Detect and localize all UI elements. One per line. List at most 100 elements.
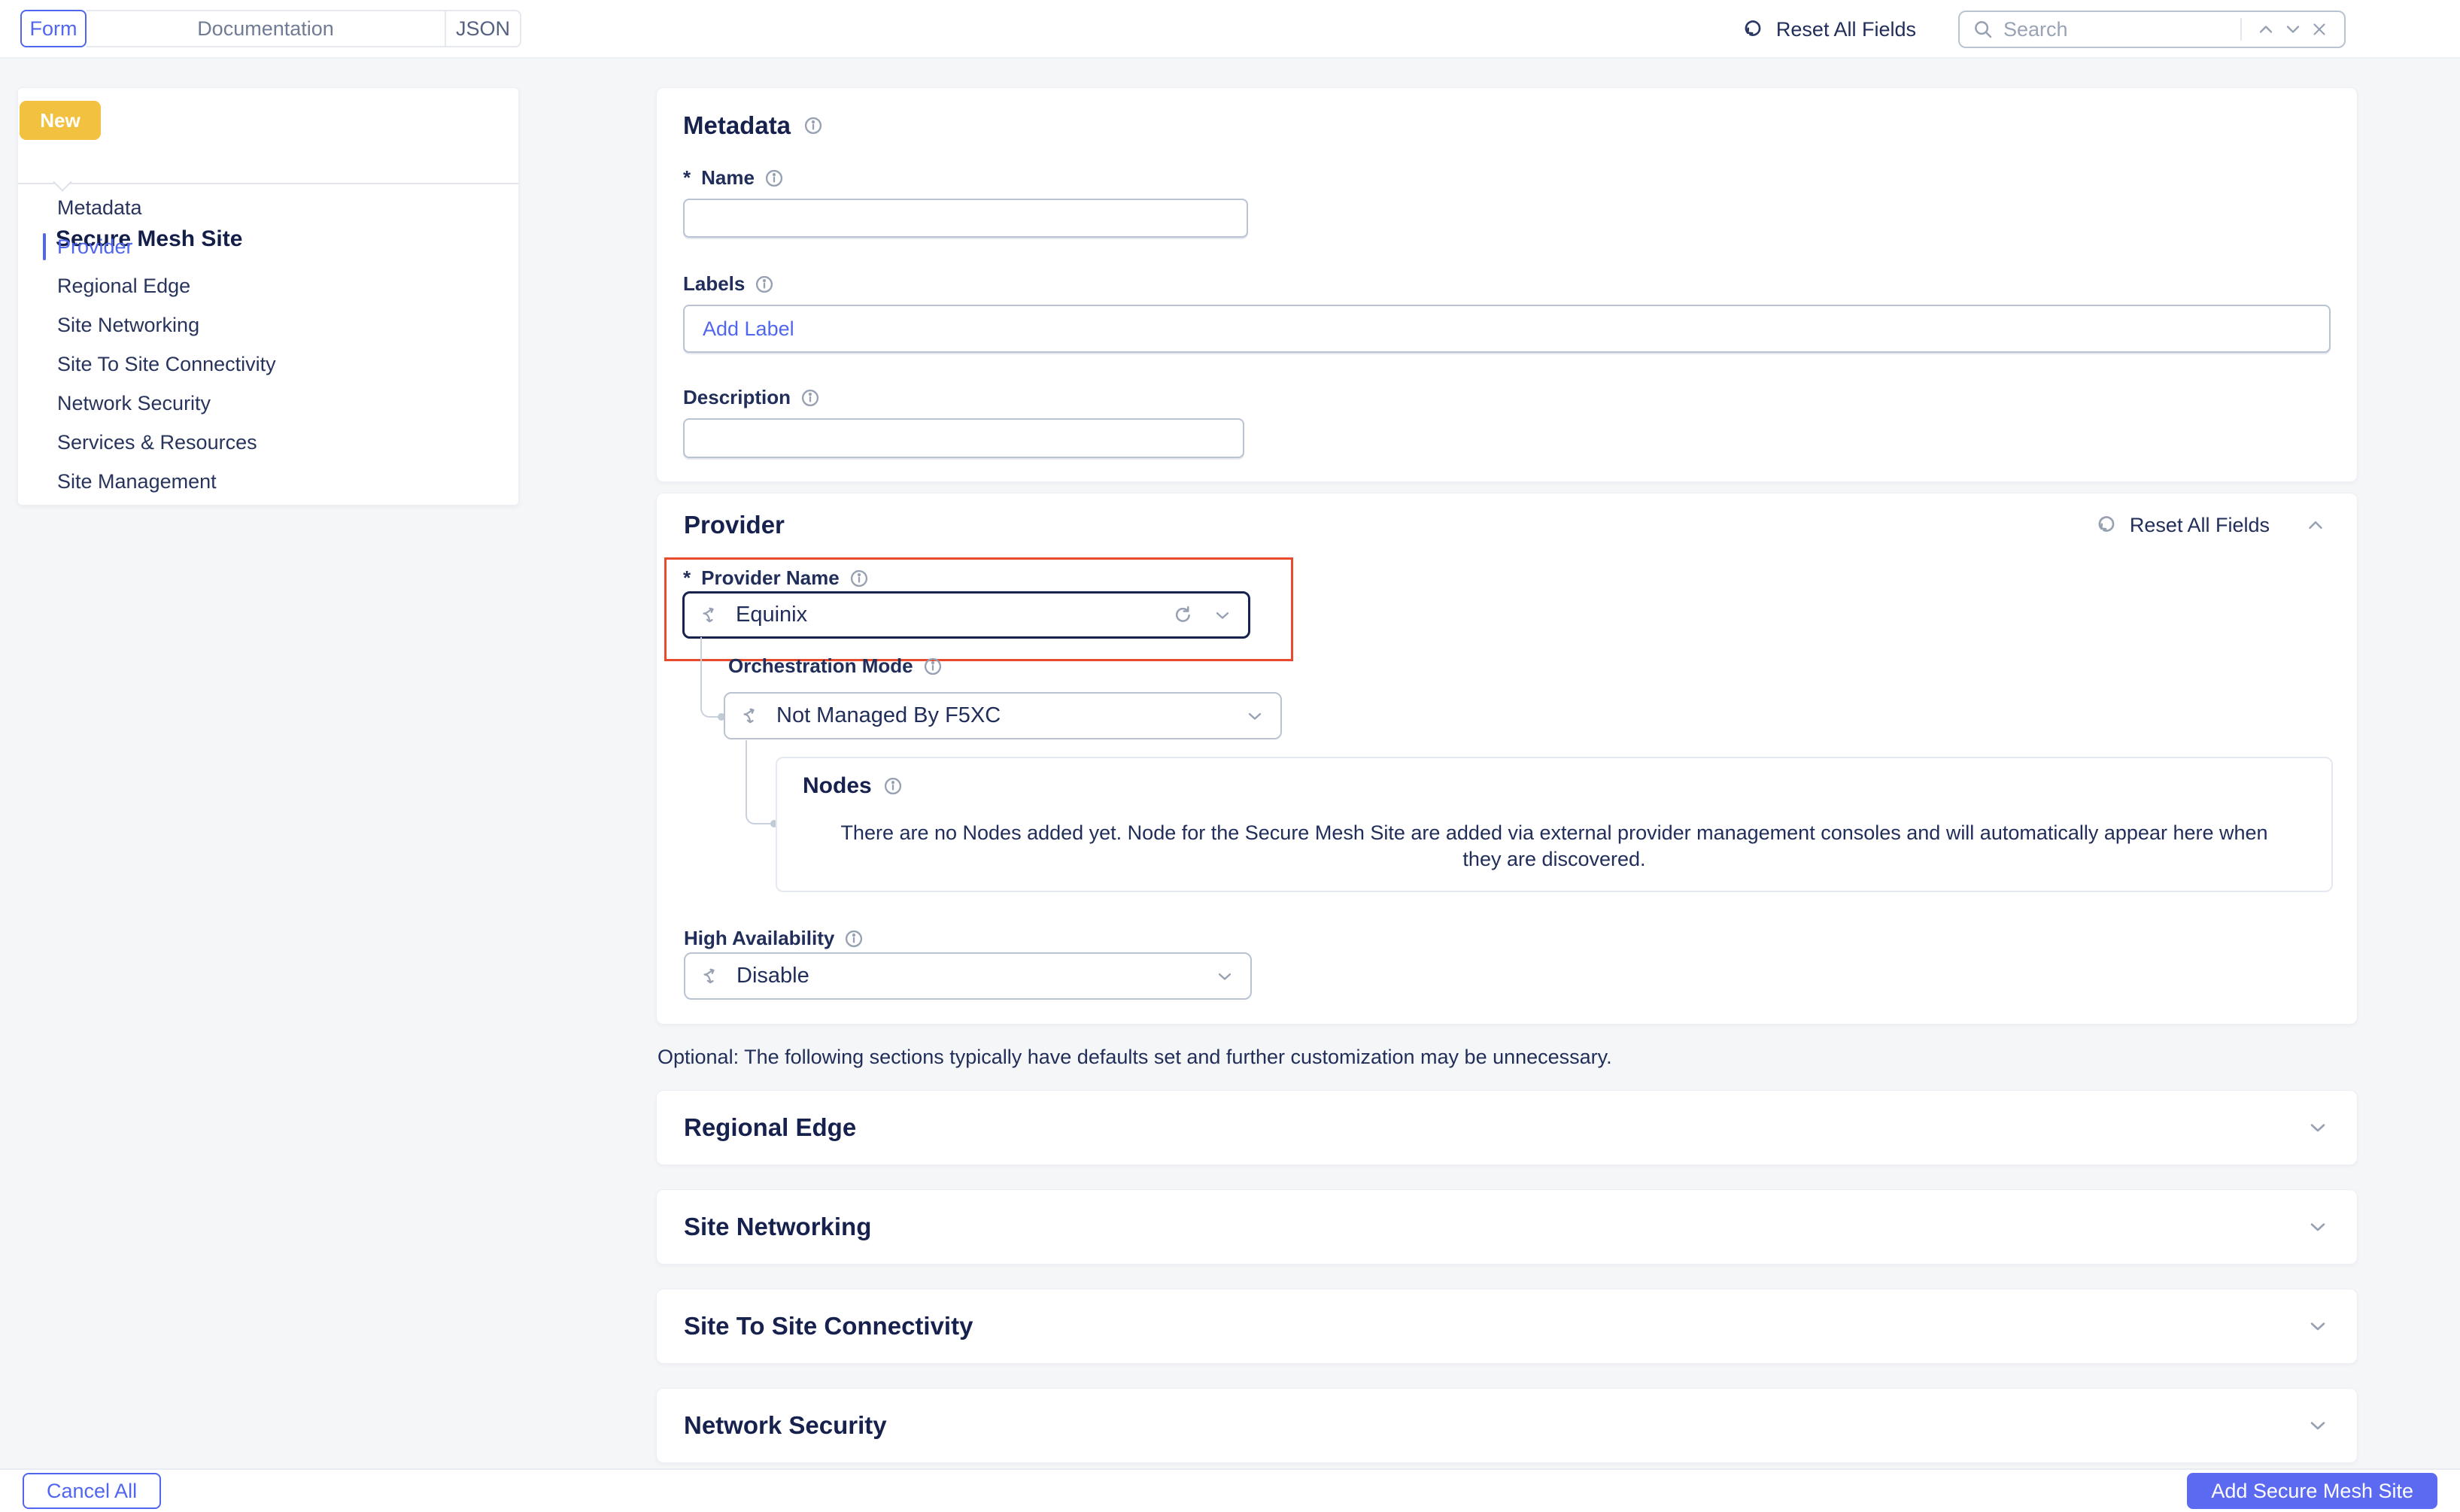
provider-name-select[interactable]: Equinix bbox=[682, 591, 1250, 639]
chevron-down-icon[interactable] bbox=[1212, 605, 1233, 626]
tab-form[interactable]: Form bbox=[20, 10, 87, 47]
sidebar-item-site-management[interactable]: Site Management bbox=[18, 462, 518, 501]
active-indicator bbox=[43, 233, 46, 260]
info-icon[interactable] bbox=[764, 168, 785, 189]
nodes-title-text: Nodes bbox=[803, 773, 872, 799]
high-availability-select[interactable]: Disable bbox=[684, 952, 1252, 1000]
field-connector bbox=[700, 637, 721, 718]
nodes-box: Nodes There are no Nodes added yet. Node… bbox=[776, 757, 2333, 892]
footer-bar: Cancel All Add Secure Mesh Site bbox=[0, 1468, 2460, 1512]
search-clear-button[interactable] bbox=[2307, 17, 2332, 42]
view-mode-tabs: Form Documentation JSON bbox=[20, 10, 521, 47]
required-mark: * bbox=[683, 166, 691, 190]
topbar: Form Documentation JSON Reset All Fields bbox=[0, 0, 2460, 59]
provider-name-value: Equinix bbox=[736, 603, 807, 627]
provider-section-header: Provider Reset All Fields bbox=[684, 510, 2330, 540]
section-site-networking[interactable]: Site Networking bbox=[656, 1189, 2358, 1265]
topbar-right: Reset All Fields bbox=[1742, 0, 2460, 59]
branch-icon bbox=[700, 604, 722, 627]
chevron-down-icon[interactable] bbox=[1244, 706, 1265, 727]
search-input[interactable] bbox=[2003, 18, 2236, 41]
reset-all-fields-button[interactable]: Reset All Fields bbox=[1742, 17, 1916, 41]
reset-icon bbox=[1742, 17, 1766, 41]
reset-all-fields-label: Reset All Fields bbox=[1776, 18, 1916, 41]
info-icon[interactable] bbox=[803, 115, 824, 136]
provider-reset-all-fields-button[interactable]: Reset All Fields bbox=[2095, 513, 2270, 537]
section-title-text: Site Networking bbox=[684, 1213, 871, 1241]
description-label-text: Description bbox=[683, 386, 791, 409]
info-icon[interactable] bbox=[922, 656, 943, 677]
high-availability-select-controls bbox=[1214, 966, 1235, 987]
chevron-down-icon bbox=[2282, 19, 2304, 40]
orchestration-mode-field-label: Orchestration Mode bbox=[728, 654, 943, 678]
labels-label-text: Labels bbox=[683, 272, 745, 296]
high-availability-value: Disable bbox=[736, 964, 809, 988]
provider-name-highlight-box: * Provider Name Equ bbox=[664, 557, 1293, 661]
provider-reset-all-label: Reset All Fields bbox=[2130, 514, 2270, 537]
provider-header-controls: Reset All Fields bbox=[2095, 511, 2330, 539]
sidebar-item-label: Provider bbox=[57, 235, 133, 259]
description-input[interactable] bbox=[683, 418, 1244, 458]
sidebar-item-metadata[interactable]: Metadata bbox=[18, 188, 518, 227]
add-secure-mesh-site-button[interactable]: Add Secure Mesh Site bbox=[2187, 1473, 2437, 1509]
orchestration-mode-value: Not Managed By F5XC bbox=[776, 703, 1001, 728]
sidebar-item-regional-edge[interactable]: Regional Edge bbox=[18, 266, 518, 305]
search-divider bbox=[2240, 18, 2242, 41]
provider-section-title: Provider bbox=[684, 511, 785, 539]
section-regional-edge[interactable]: Regional Edge bbox=[656, 1090, 2358, 1165]
info-icon[interactable] bbox=[754, 274, 775, 295]
close-icon bbox=[2310, 20, 2329, 39]
optional-note: Optional: The following sections typical… bbox=[658, 1046, 2358, 1069]
sidebar-item-network-security[interactable]: Network Security bbox=[18, 384, 518, 423]
reset-icon bbox=[2095, 513, 2119, 537]
chevron-up-icon bbox=[2255, 19, 2276, 40]
sidebar-item-site-networking[interactable]: Site Networking bbox=[18, 305, 518, 345]
name-field-label: * Name bbox=[683, 166, 2331, 190]
search-box[interactable] bbox=[1958, 11, 2346, 48]
info-icon[interactable] bbox=[849, 568, 870, 589]
info-icon[interactable] bbox=[800, 387, 821, 408]
chevron-up-icon bbox=[2304, 514, 2327, 536]
section-title: Site Networking bbox=[684, 1213, 871, 1241]
search-next-button[interactable] bbox=[2279, 16, 2307, 43]
chevron-down-icon[interactable] bbox=[2306, 1314, 2330, 1338]
provider-collapse-button[interactable] bbox=[2301, 511, 2330, 539]
info-icon[interactable] bbox=[882, 776, 904, 797]
section-network-security[interactable]: Network Security bbox=[656, 1388, 2358, 1463]
nodes-title: Nodes bbox=[803, 773, 904, 799]
section-title: Network Security bbox=[684, 1411, 887, 1440]
sidebar-item-site-to-site-connectivity[interactable]: Site To Site Connectivity bbox=[18, 345, 518, 384]
chevron-down-icon[interactable] bbox=[1214, 966, 1235, 987]
chevron-down-icon[interactable] bbox=[2306, 1413, 2330, 1438]
metadata-title-text: Metadata bbox=[683, 111, 791, 140]
orchestration-mode-label-text: Orchestration Mode bbox=[728, 654, 913, 678]
name-input[interactable] bbox=[683, 199, 1248, 238]
search-icon bbox=[1972, 18, 1994, 41]
section-title-text: Site To Site Connectivity bbox=[684, 1312, 973, 1340]
sidebar-item-provider[interactable]: Provider bbox=[18, 227, 518, 266]
provider-name-field-label: * Provider Name bbox=[683, 566, 870, 590]
nodes-empty-message: There are no Nodes added yet. Node for t… bbox=[830, 820, 2279, 873]
section-title: Site To Site Connectivity bbox=[684, 1312, 973, 1340]
sidebar: New Secure Mesh Site Metadata Provider R… bbox=[17, 87, 519, 506]
branch-icon bbox=[740, 705, 763, 727]
labels-box[interactable]: Add Label bbox=[683, 305, 2331, 353]
tab-documentation[interactable]: Documentation bbox=[87, 10, 446, 47]
sidebar-item-services-resources[interactable]: Services & Resources bbox=[18, 423, 518, 462]
new-badge: New bbox=[20, 101, 101, 140]
tab-json[interactable]: JSON bbox=[446, 10, 521, 47]
chevron-down-icon[interactable] bbox=[2306, 1116, 2330, 1140]
search-prev-button[interactable] bbox=[2252, 16, 2279, 43]
section-site-to-site-connectivity[interactable]: Site To Site Connectivity bbox=[656, 1289, 2358, 1364]
add-label-button[interactable]: Add Label bbox=[703, 317, 794, 341]
info-icon[interactable] bbox=[843, 928, 864, 949]
provider-title-text: Provider bbox=[684, 511, 785, 539]
refresh-icon[interactable] bbox=[1168, 601, 1197, 630]
sidebar-nav: Metadata Provider Regional Edge Site Net… bbox=[18, 188, 518, 501]
sidebar-divider bbox=[18, 183, 518, 184]
cancel-all-button[interactable]: Cancel All bbox=[23, 1473, 161, 1509]
field-connector bbox=[746, 740, 774, 824]
orchestration-mode-select[interactable]: Not Managed By F5XC bbox=[724, 692, 1282, 739]
chevron-down-icon[interactable] bbox=[2306, 1215, 2330, 1239]
description-field-label: Description bbox=[683, 386, 2331, 409]
